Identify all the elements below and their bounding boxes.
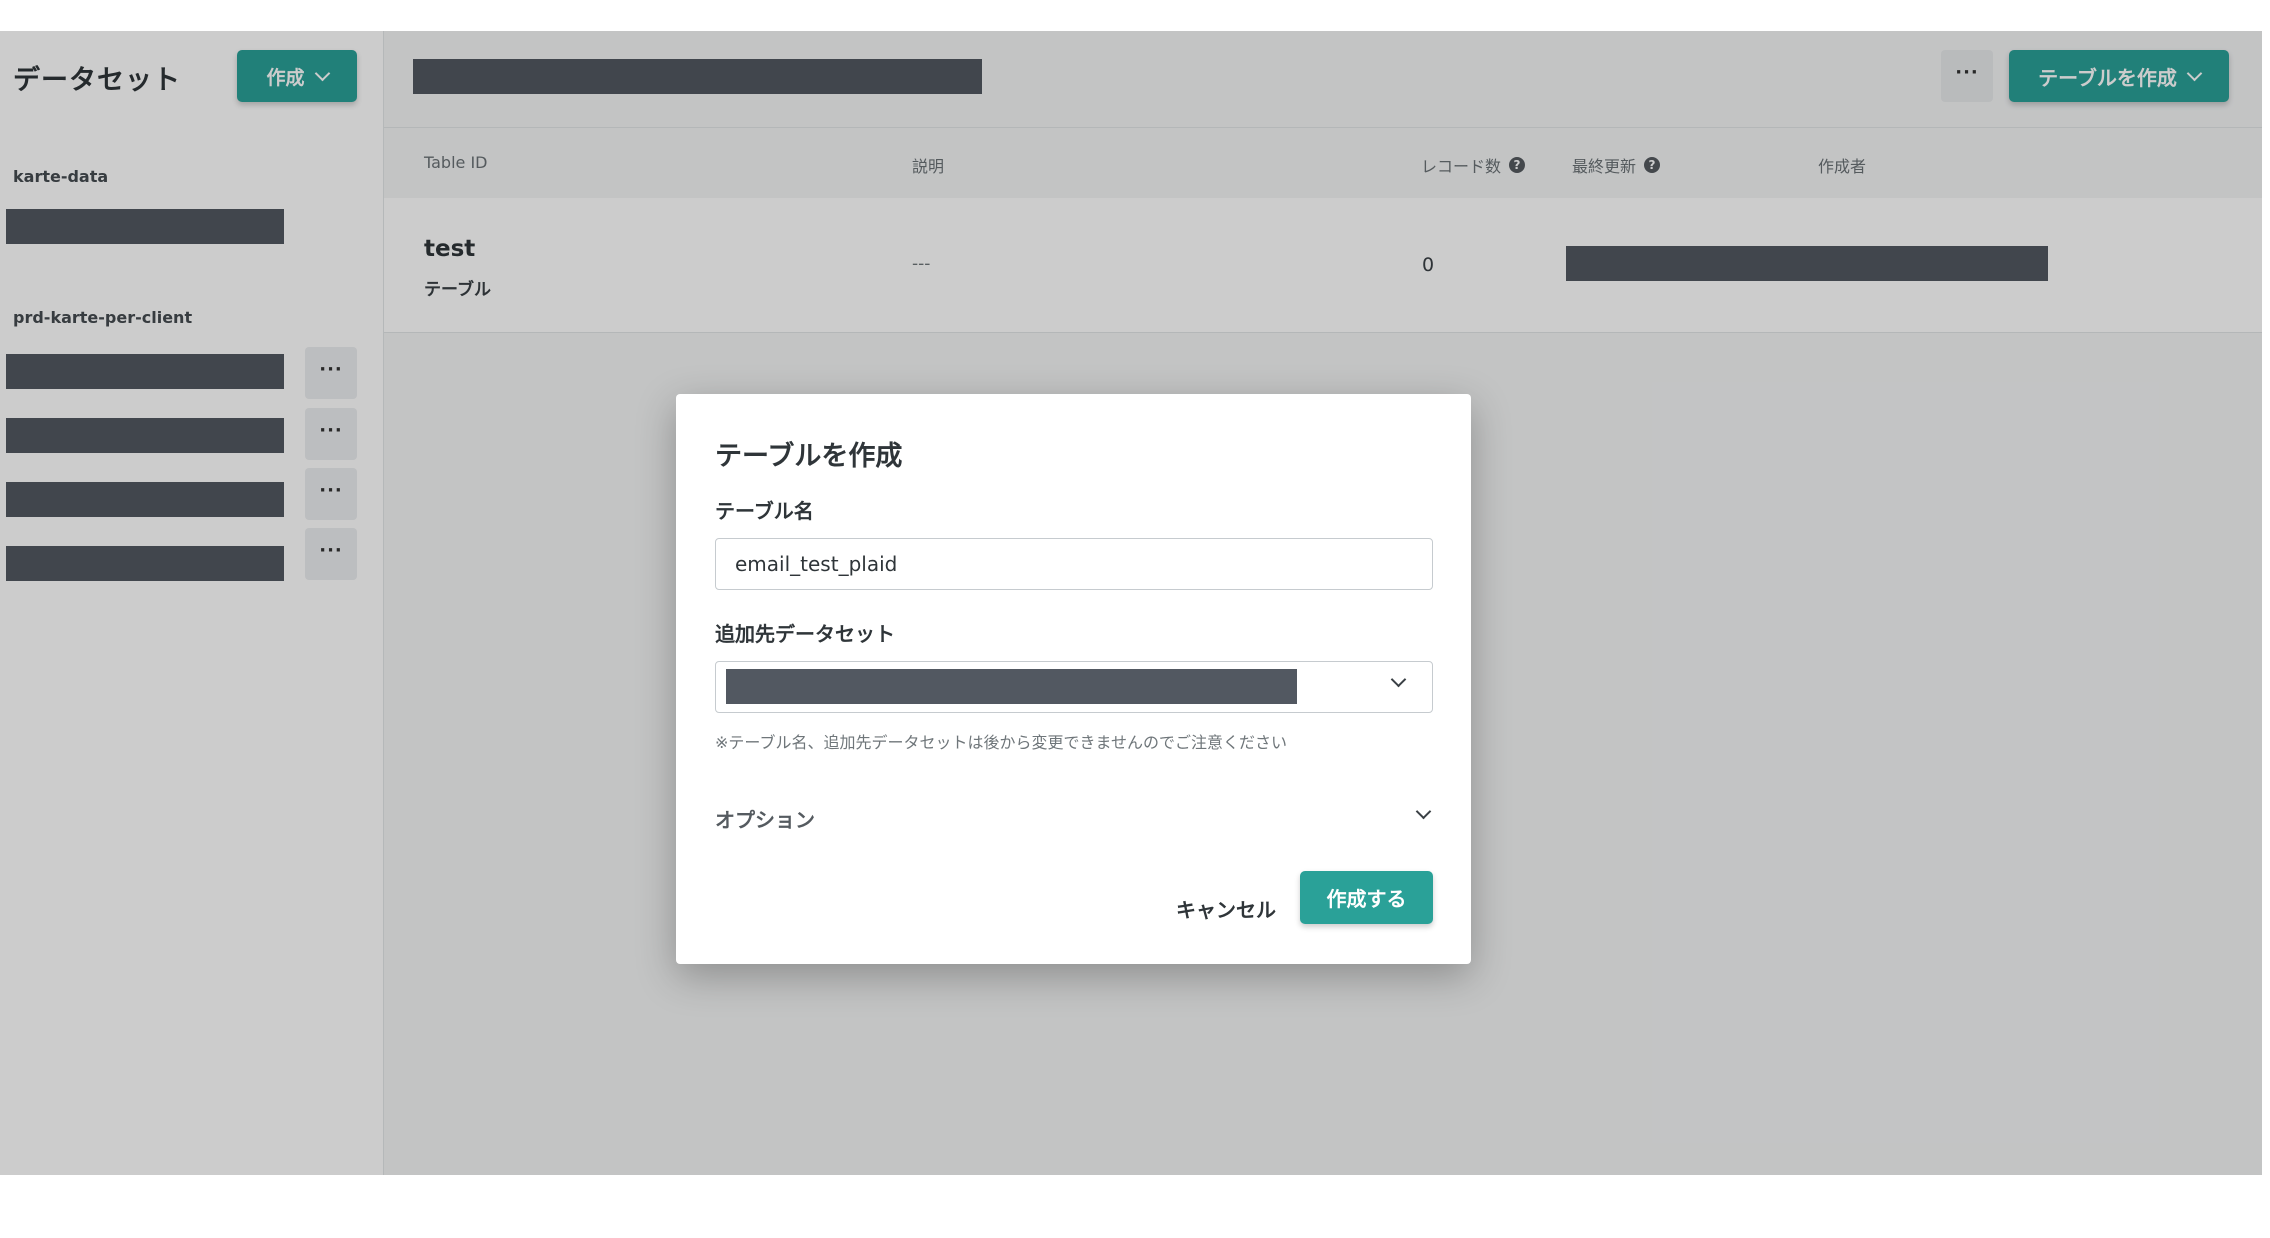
options-toggle[interactable]: オプション <box>715 803 1433 844</box>
submit-create-label: 作成する <box>1326 887 1407 911</box>
create-table-dialog: テーブルを作成 テーブル名 追加先データセット ※テーブル名、追加先データセット… <box>676 394 1471 964</box>
dataset-label: 追加先データセット <box>715 622 895 646</box>
table-name-label: テーブル名 <box>715 499 814 523</box>
cancel-button[interactable]: キャンセル <box>1166 882 1286 934</box>
submit-create-button[interactable]: 作成する <box>1300 871 1433 924</box>
chevron-down-icon <box>1390 671 1407 688</box>
chevron-down-icon <box>1415 803 1432 820</box>
dialog-title: テーブルを作成 <box>715 441 903 472</box>
dataset-select[interactable] <box>715 661 1433 713</box>
immutable-notice: ※テーブル名、追加先データセットは後から変更できませんのでご注意ください <box>715 733 1287 752</box>
redacted-dataset-value <box>726 669 1297 704</box>
options-label: オプション <box>715 808 815 832</box>
table-name-input[interactable] <box>715 538 1433 590</box>
